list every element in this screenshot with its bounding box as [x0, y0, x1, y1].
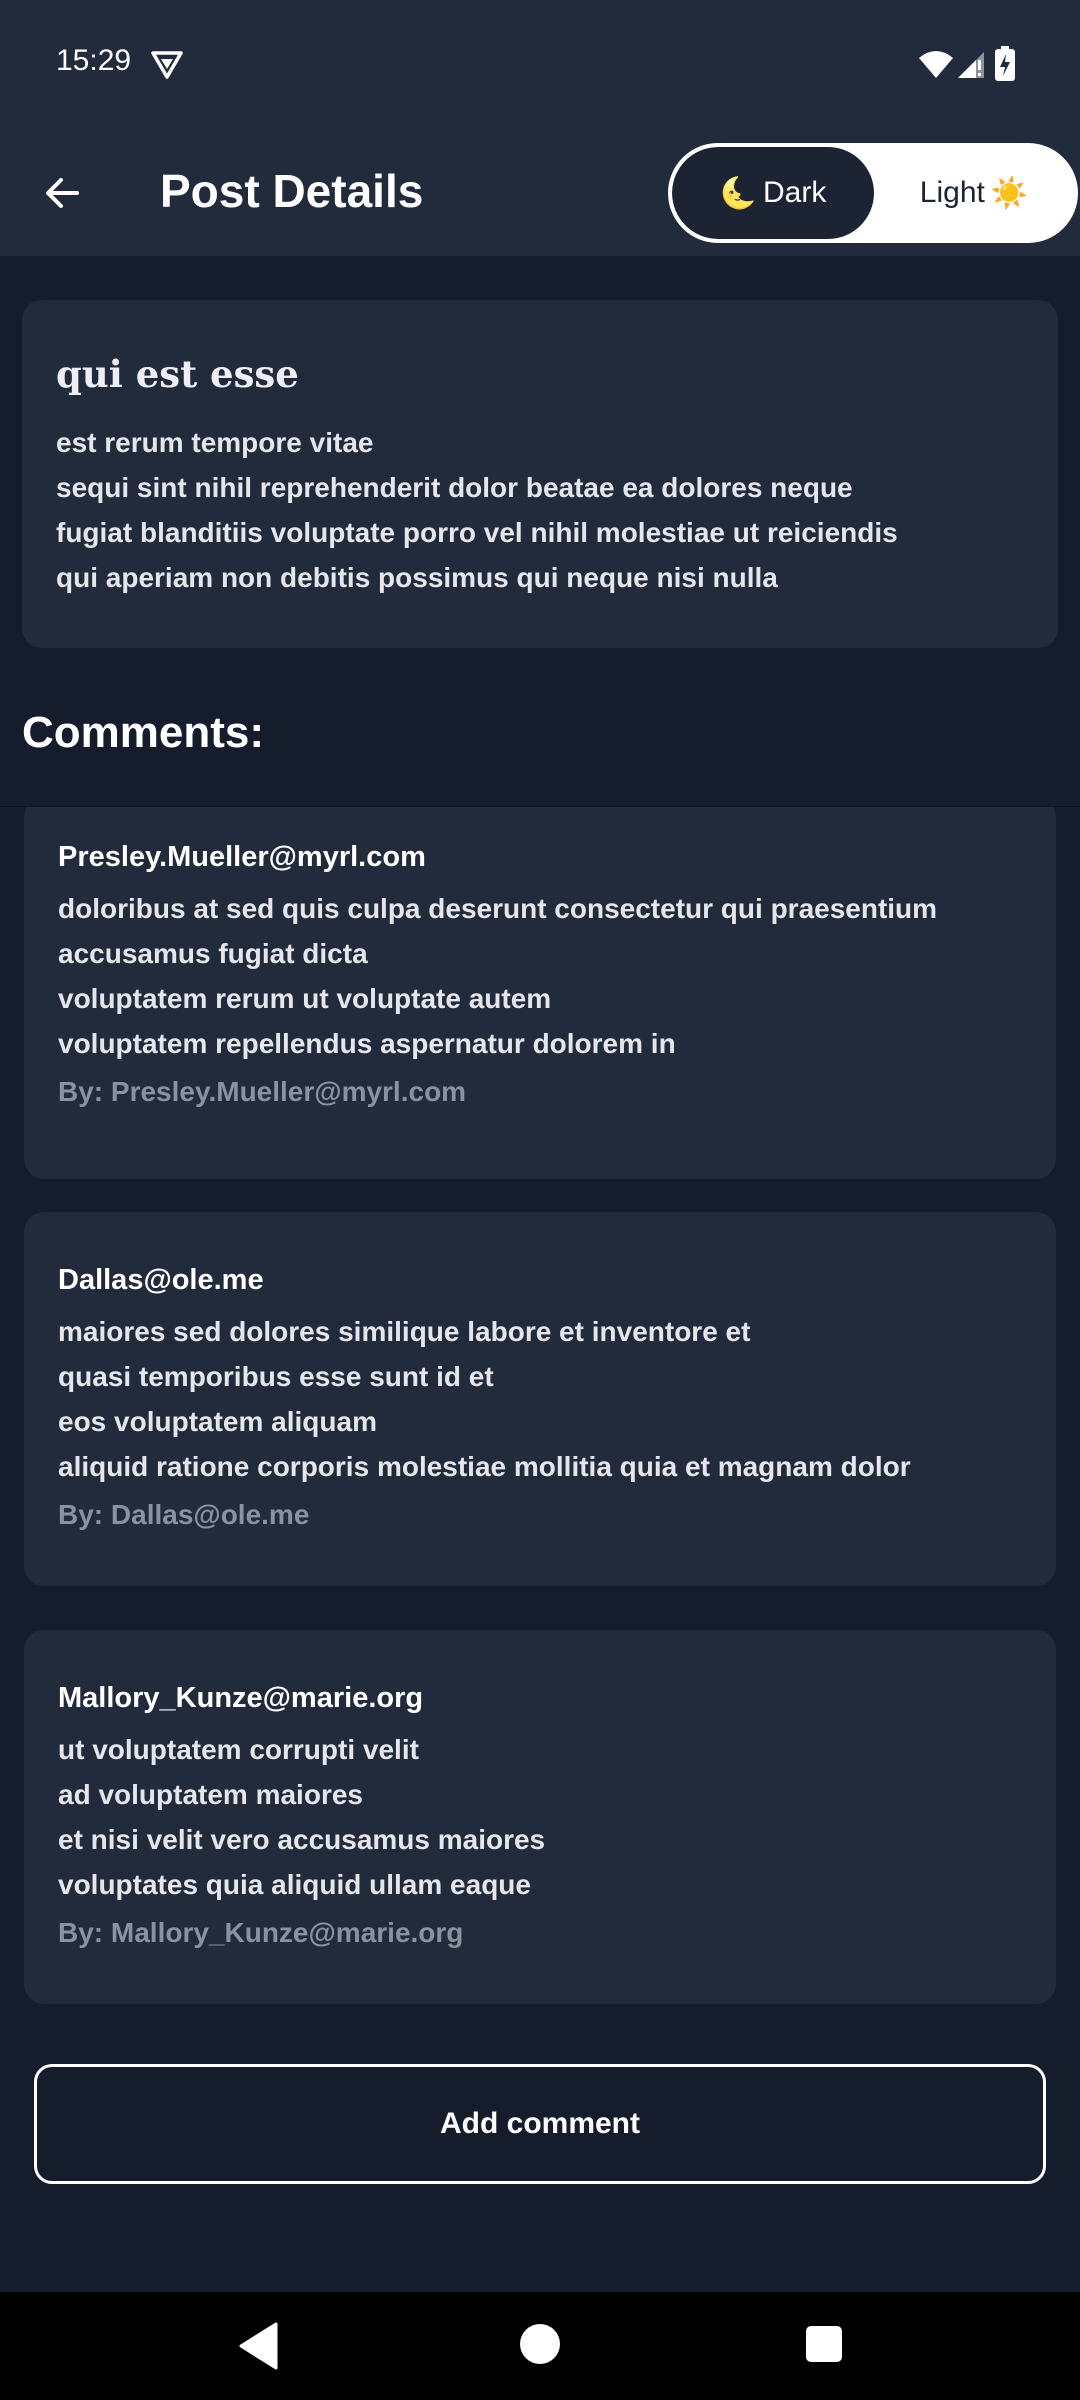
comment-email: Dallas@ole.me — [58, 1264, 264, 1296]
comment-card: Presley.Mueller@myrl.com doloribus at se… — [24, 807, 1056, 1179]
comment-body: maiores sed dolores similique labore et … — [58, 1316, 911, 1482]
wifi-icon — [919, 51, 953, 78]
navigation-bar — [0, 2292, 1080, 2400]
comment-email: Presley.Mueller@myrl.com — [58, 841, 426, 873]
status-time: 15:29 — [56, 44, 132, 77]
comment-author: By: Dallas@ole.me — [58, 1499, 310, 1530]
comment-email: Mallory_Kunze@marie.org — [58, 1682, 424, 1714]
back-button[interactable] — [28, 158, 98, 228]
add-comment-button[interactable]: Add comment — [34, 2064, 1046, 2184]
post-body: est rerum tempore vitae sequi sint nihil… — [56, 427, 898, 593]
theme-light-option[interactable]: Light ☀️ — [874, 147, 1074, 239]
comment-card: Dallas@ole.me maiores sed dolores simili… — [24, 1212, 1056, 1586]
comment-author: By: Mallory_Kunze@marie.org — [58, 1917, 464, 1948]
theme-toggle[interactable]: 🌜 Dark Light ☀️ — [668, 143, 1078, 243]
theme-dark-label: Dark — [763, 176, 827, 209]
arrow-left-icon — [46, 178, 79, 208]
comment-body: doloribus at sed quis culpa deserunt con… — [58, 893, 938, 1059]
comment-body: ut voluptatem corrupti velit ad voluptat… — [58, 1734, 546, 1900]
nav-back-icon[interactable] — [238, 2322, 280, 2370]
signal-icon — [958, 52, 984, 78]
theme-dark-option[interactable]: 🌜 Dark — [672, 147, 874, 239]
status-bar: 15:29 — [0, 0, 1080, 130]
comment-card: Mallory_Kunze@marie.org ut voluptatem co… — [24, 1630, 1056, 2004]
app-bar: Post Details 🌜 Dark Light ☀️ — [0, 130, 1080, 256]
post-title: qui est esse — [56, 352, 299, 396]
post-card: qui est esse est rerum tempore vitae seq… — [22, 300, 1058, 648]
vpn-icon — [151, 51, 183, 79]
screen: 15:29 Post Details 🌜 Dark Light ☀️ qui e… — [0, 0, 1080, 2400]
battery-icon — [995, 46, 1015, 81]
page-title: Post Details — [160, 165, 424, 217]
sun-icon: ☀️ — [990, 176, 1029, 210]
moon-icon: 🌜 — [719, 176, 757, 210]
nav-home-icon[interactable] — [520, 2324, 560, 2364]
comment-author: By: Presley.Mueller@myrl.com — [58, 1076, 467, 1107]
theme-light-label: Light — [919, 176, 985, 209]
comments-list[interactable]: Presley.Mueller@myrl.com doloribus at se… — [0, 806, 1080, 2028]
nav-recents-icon[interactable] — [806, 2326, 842, 2362]
comments-heading: Comments: — [22, 708, 265, 757]
